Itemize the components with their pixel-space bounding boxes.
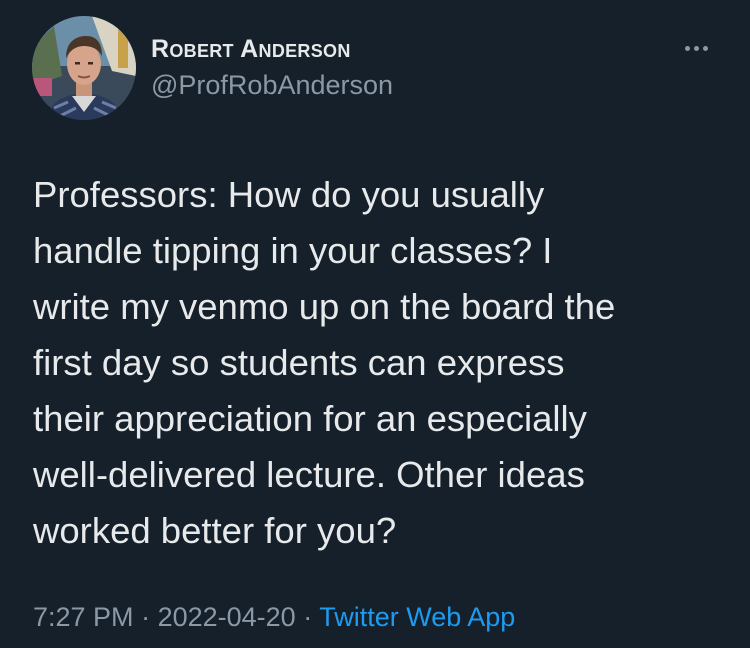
tweet-date[interactable]: 2022-04-20 bbox=[158, 602, 296, 632]
more-dot bbox=[684, 45, 690, 51]
more-options-icon[interactable] bbox=[672, 36, 720, 60]
more-dot bbox=[702, 45, 708, 51]
tweet-card: Robert Anderson @ProfRobAnderson Profess… bbox=[0, 0, 750, 648]
tweet-time[interactable]: 7:27 PM bbox=[33, 602, 134, 632]
meta-separator: · bbox=[133, 602, 158, 632]
author-handle[interactable]: @ProfRobAnderson bbox=[151, 70, 393, 101]
avatar-photo bbox=[32, 16, 136, 120]
author-display-name[interactable]: Robert Anderson bbox=[151, 35, 351, 64]
more-dot bbox=[693, 45, 699, 51]
tweet-text: Professors: How do you usually handle ti… bbox=[33, 174, 616, 551]
author-avatar[interactable] bbox=[32, 16, 136, 120]
tweet-meta: 7:27 PM · 2022-04-20 · Twitter Web App bbox=[33, 602, 515, 633]
meta-separator: · bbox=[295, 602, 320, 632]
source-app-link[interactable]: Twitter Web App bbox=[319, 602, 515, 632]
